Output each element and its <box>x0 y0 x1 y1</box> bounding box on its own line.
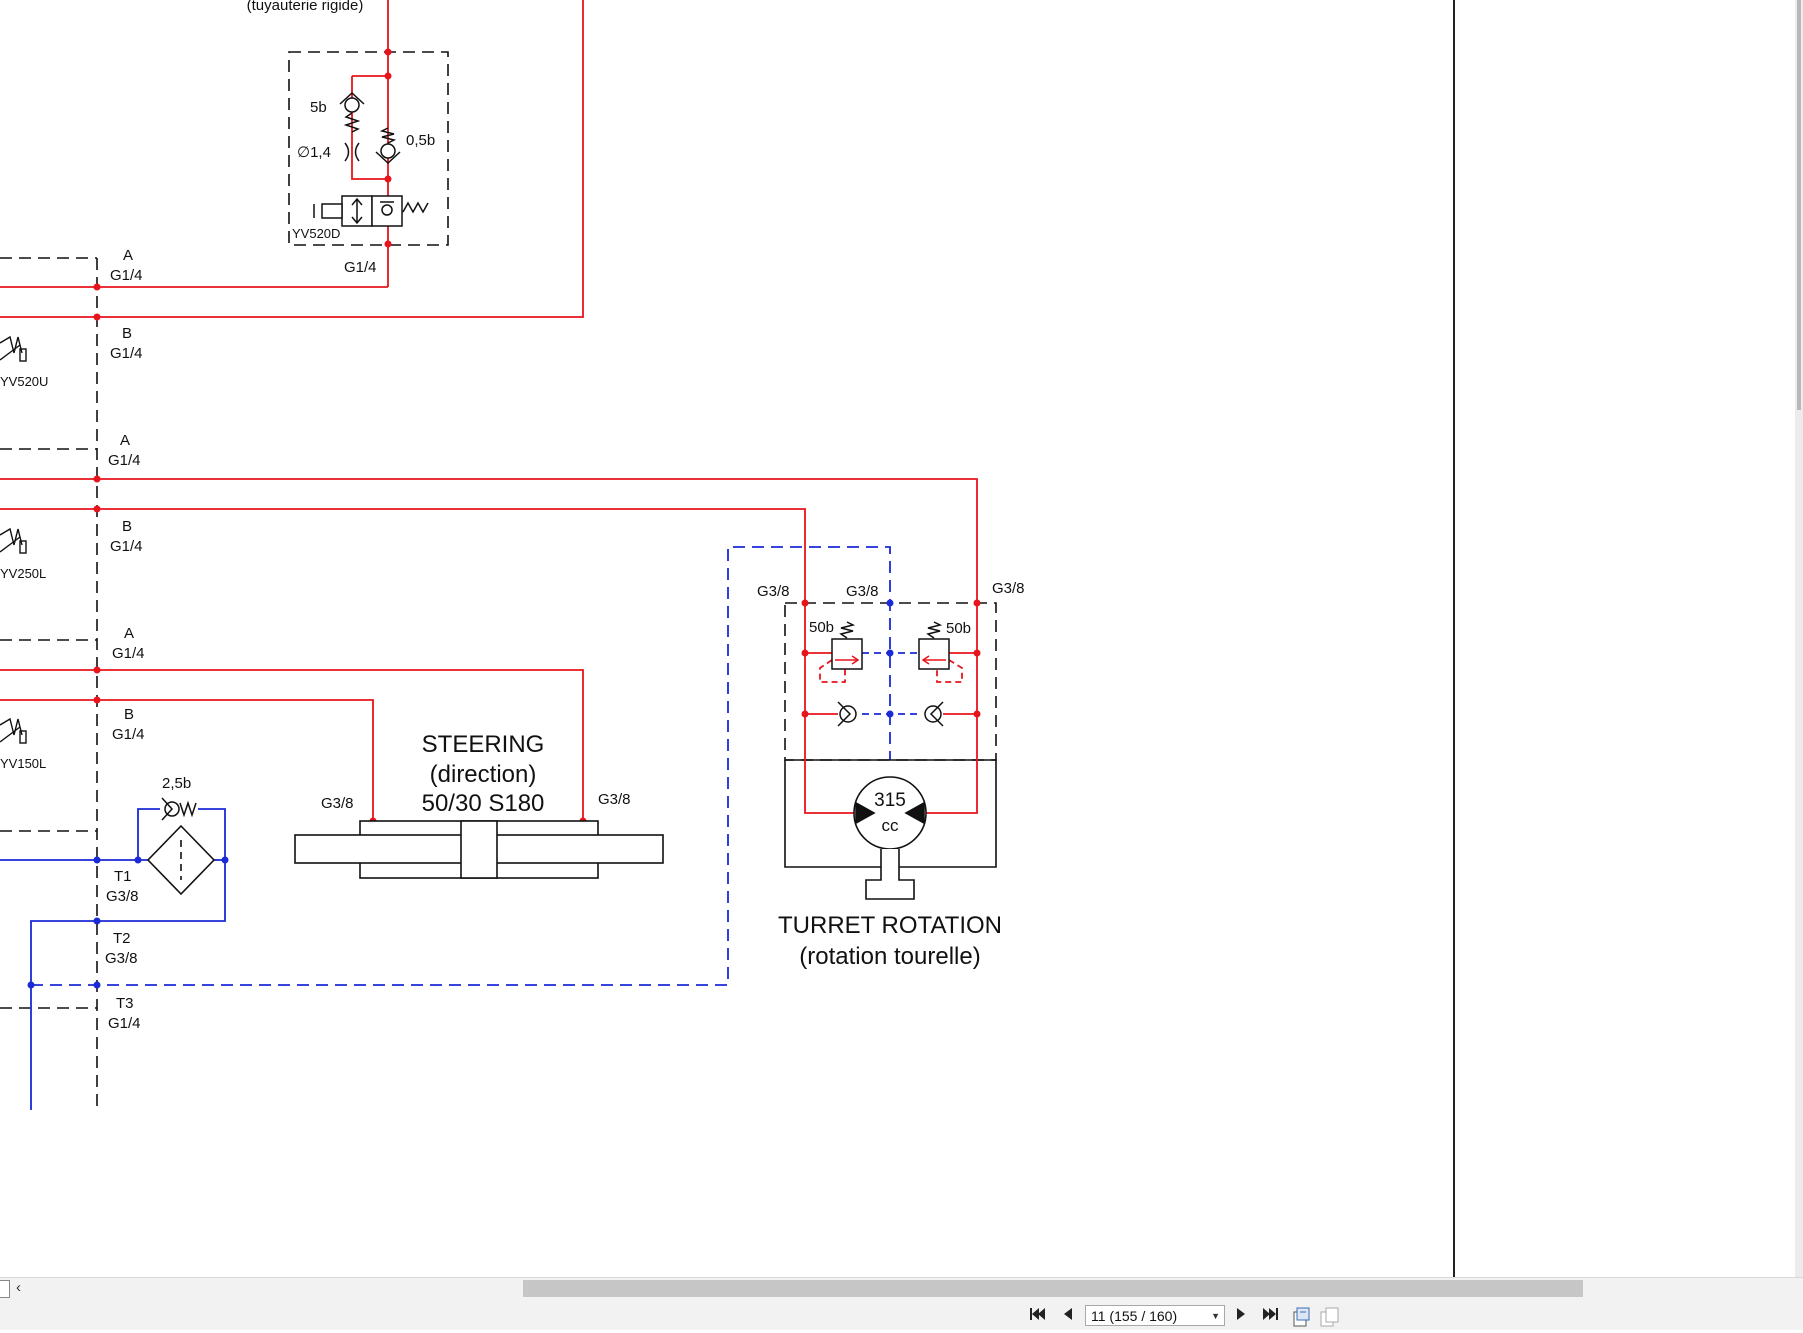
svg-text:G1/4: G1/4 <box>108 1015 141 1032</box>
steering-port-left: G3/8 <box>321 795 354 812</box>
turret-port-right: G3/8 <box>992 580 1025 597</box>
svg-text:T1: T1 <box>114 868 132 885</box>
steering-cylinder-icon <box>294 820 664 879</box>
svg-text:B: B <box>122 325 132 342</box>
svg-text:G1/4: G1/4 <box>112 726 145 743</box>
filter-icon <box>146 824 216 896</box>
svg-text:A: A <box>120 432 130 449</box>
single-page-view-icon[interactable] <box>1289 1306 1311 1328</box>
chevron-down-icon: ▼ <box>1211 1311 1220 1321</box>
svg-text:G3/8: G3/8 <box>106 888 139 905</box>
turret-title: TURRET ROTATION <box>778 912 1002 939</box>
vertical-scroll-thumb[interactable] <box>1797 0 1801 410</box>
previous-page-icon[interactable] <box>1056 1304 1080 1328</box>
valve-block-port-label: G1/4 <box>344 259 377 276</box>
solenoid-yv520u-label: YV520U <box>0 374 48 389</box>
svg-text:B: B <box>122 518 132 535</box>
solenoid-yv250l-label: YV250L <box>0 566 46 581</box>
svg-text:G1/4: G1/4 <box>112 645 145 662</box>
svg-text:G1/4: G1/4 <box>108 452 141 469</box>
turret-subtitle: (rotation tourelle) <box>799 943 980 970</box>
svg-text:G1/4: G1/4 <box>110 345 143 362</box>
turret-port-left: G3/8 <box>757 583 790 600</box>
check-valve-right-icon <box>924 701 944 727</box>
check-valve-left-icon <box>837 701 857 727</box>
valve-block-pressure-lines <box>0 0 584 318</box>
steering-port-right: G3/8 <box>598 791 631 808</box>
relief-valve-right-icon <box>918 621 950 670</box>
rigid-pipe-note: (tuyauterie rigide) <box>247 0 364 14</box>
filter-bypass-check-icon <box>161 797 197 821</box>
first-page-icon[interactable] <box>1025 1304 1049 1328</box>
page-edge-divider <box>1453 0 1455 1277</box>
turret-port-mid: G3/8 <box>846 583 879 600</box>
motor-size-label: 315 <box>874 790 906 811</box>
svg-text:G3/8: G3/8 <box>105 950 138 967</box>
check-05b-label: 0,5b <box>406 132 435 149</box>
steering-title: STEERING <box>422 731 545 758</box>
turret-nodes <box>801 599 981 718</box>
check-5b-label: 5b <box>310 99 327 116</box>
svg-text:T3: T3 <box>116 995 134 1012</box>
last-page-icon[interactable] <box>1259 1304 1283 1328</box>
document-viewer[interactable]: (tuyauterie rigide) 5b ∅1,4 0,5b YV520D … <box>0 0 1803 1277</box>
two-page-view-icon[interactable] <box>1318 1306 1340 1328</box>
next-page-icon[interactable] <box>1229 1304 1253 1328</box>
svg-text:G1/4: G1/4 <box>110 538 143 555</box>
scroll-edge-marker <box>0 1280 10 1298</box>
steering-spec: 50/30 S180 <box>422 790 545 817</box>
solenoid-yv150l-label: YV150L <box>0 756 46 771</box>
svg-text:G1/4: G1/4 <box>110 267 143 284</box>
page-number-value: 11 (155 / 160) <box>1091 1308 1178 1324</box>
port-labels: A G1/4 B G1/4 A G1/4 B G1/4 A G1/4 B G1/4 T1 G3… <box>105 247 145 1032</box>
viewer-status-bar: ‹ 11 (155 / 160) ▼ <box>0 1277 1803 1330</box>
solenoid-stub-icons <box>0 335 27 744</box>
scroll-left-arrow-icon[interactable]: ‹ <box>16 1278 28 1298</box>
check-valve-05b-icon <box>375 127 401 165</box>
relief-valve-left-icon <box>831 621 863 670</box>
svg-text:T2: T2 <box>113 930 131 947</box>
steering-subtitle: (direction) <box>430 761 537 788</box>
svg-text:A: A <box>124 625 134 642</box>
filter-check-label: 2,5b <box>162 775 191 792</box>
orifice-label: ∅1,4 <box>297 144 331 161</box>
relief-right-label: 50b <box>946 620 971 637</box>
solenoid-yv520d-label: YV520D <box>292 226 340 241</box>
motor-unit-label: cc <box>882 816 900 835</box>
horizontal-scroll-thumb[interactable] <box>523 1280 1583 1297</box>
solenoid-valve-yv520d-icon <box>313 195 429 227</box>
relief-left-label: 50b <box>809 619 834 636</box>
svg-text:B: B <box>124 706 134 723</box>
hydraulic-diagram: (tuyauterie rigide) 5b ∅1,4 0,5b YV520D … <box>0 0 1025 1110</box>
page-number-select[interactable]: 11 (155 / 160) ▼ <box>1085 1305 1225 1326</box>
svg-text:A: A <box>123 247 133 264</box>
